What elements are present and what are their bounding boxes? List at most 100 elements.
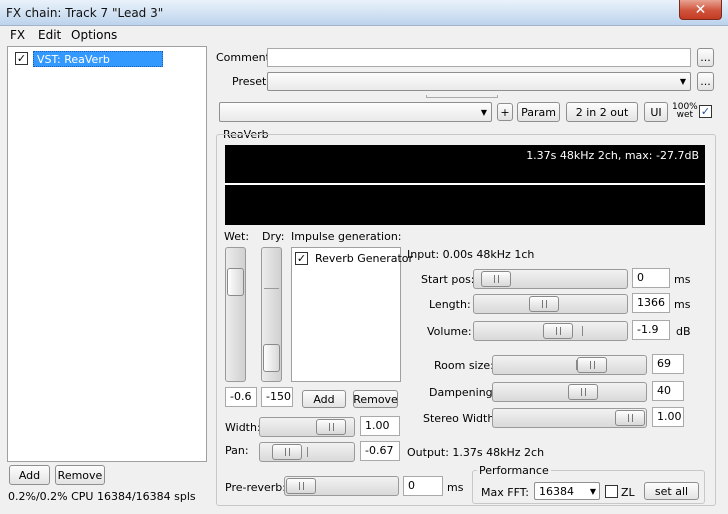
pan-slider-tick (307, 447, 308, 457)
add-fx-button[interactable]: Add (9, 465, 50, 485)
output-info: Output: 1.37s 48kHz 2ch (407, 446, 545, 459)
wet-value-field[interactable]: -0.6 (225, 387, 257, 407)
comment-label: Comment: (216, 51, 274, 64)
menu-bar: FX Edit Options (0, 26, 728, 44)
room-size-field[interactable]: 69 (652, 354, 684, 374)
stereo-width-label: Stereo Width (423, 412, 495, 425)
prereverb-slider[interactable] (284, 476, 399, 496)
comment-input[interactable] (267, 48, 691, 67)
max-fft-value: 16384 (539, 485, 574, 498)
prereverb-label: Pre-reverb: (225, 481, 286, 494)
list-item[interactable]: ✓ Reverb Generator (295, 251, 413, 267)
wet-slider-label: Wet: (224, 230, 250, 243)
start-pos-unit: ms (674, 273, 691, 286)
impulse-generation-label: Impulse generation: (291, 230, 402, 243)
ui-button[interactable]: UI (644, 102, 668, 122)
volume-field[interactable]: -1.9 (632, 320, 670, 340)
pan-slider-thumb[interactable] (271, 444, 302, 460)
close-icon: ✕ (694, 1, 707, 18)
menu-fx[interactable]: FX (10, 28, 25, 42)
stereo-width-slider[interactable] (492, 408, 647, 428)
zl-label: ZL (621, 486, 635, 499)
fx-list-item[interactable]: ✓ VST: ReaVerb (Cockos) (13, 51, 163, 79)
waveform-line (225, 183, 705, 185)
dry-slider-label: Dry: (262, 230, 285, 243)
length-field[interactable]: 1366 (632, 293, 670, 313)
max-fft-dropdown[interactable]: 16384 ▼ (534, 482, 600, 500)
start-pos-field[interactable]: 0 (632, 268, 670, 288)
volume-label: Volume: (427, 325, 472, 338)
width-slider[interactable] (259, 417, 355, 437)
start-pos-slider[interactable] (473, 269, 628, 289)
chevron-down-icon: ▼ (589, 487, 596, 496)
menu-options[interactable]: Options (71, 28, 117, 42)
length-slider-thumb[interactable] (529, 296, 560, 312)
prereverb-unit: ms (447, 481, 464, 494)
fx-enable-checkbox[interactable]: ✓ (15, 52, 28, 65)
performance-label: Performance (477, 464, 551, 477)
input-info: Input: 0.00s 48kHz 1ch (407, 248, 535, 261)
dry-slider-thumb[interactable] (263, 343, 280, 372)
dampening-label: Dampening: (429, 386, 497, 399)
preset-label: Preset: (232, 75, 271, 88)
stereo-width-field[interactable]: 1.00 (652, 407, 684, 427)
dampening-slider[interactable] (492, 382, 647, 402)
preset-menu-button[interactable]: ... (697, 72, 714, 91)
wet-slider-thumb[interactable] (227, 267, 244, 296)
volume-slider-tick (582, 326, 583, 336)
zl-checkbox[interactable] (605, 485, 618, 498)
split-handle[interactable] (426, 95, 498, 98)
impulse-list[interactable]: ✓ Reverb Generator (291, 247, 413, 382)
window-title: FX chain: Track 7 "Lead 3" (6, 6, 164, 20)
wet-label: 100% wet (672, 102, 698, 120)
volume-slider[interactable] (473, 321, 628, 341)
width-field[interactable]: 1.00 (360, 416, 400, 436)
volume-unit: dB (676, 325, 691, 338)
prereverb-field[interactable]: 0 (403, 476, 443, 496)
wet-slider[interactable] (225, 247, 246, 382)
set-all-button[interactable]: set all (644, 482, 699, 500)
width-label: Width: (225, 421, 261, 434)
room-size-label: Room size: (434, 359, 494, 372)
fx-item-label: VST: ReaVerb (Cockos) (33, 51, 163, 79)
length-label: Length: (429, 298, 471, 311)
max-fft-label: Max FFT: (481, 486, 529, 499)
preset-dropdown[interactable]: ▼ (267, 72, 691, 91)
stereo-width-slider-thumb[interactable] (615, 410, 645, 426)
dry-slider-tick (264, 288, 279, 289)
chevron-down-icon: ▼ (480, 108, 487, 117)
title-bar[interactable]: FX chain: Track 7 "Lead 3" ✕ (0, 0, 728, 26)
room-size-slider-thumb[interactable] (577, 357, 608, 373)
impulse-item-label: Reverb Generator (315, 252, 414, 265)
impulse-enable-checkbox[interactable]: ✓ (295, 252, 308, 265)
dry-value-field[interactable]: -150.0 (261, 387, 293, 407)
remove-fx-button[interactable]: Remove (55, 465, 105, 485)
menu-edit[interactable]: Edit (38, 28, 61, 42)
pan-field[interactable]: -0.67 (360, 441, 400, 461)
add-button[interactable]: + (497, 103, 513, 121)
comment-menu-button[interactable]: ... (697, 48, 714, 67)
prereverb-slider-thumb[interactable] (286, 478, 316, 494)
wet-checkbox[interactable]: ✓ (699, 105, 712, 118)
fx-list[interactable]: ✓ VST: ReaVerb (Cockos) (7, 46, 207, 462)
length-slider[interactable] (473, 294, 628, 314)
chevron-down-icon: ▼ (679, 77, 686, 86)
pan-slider[interactable] (259, 442, 355, 462)
param-button[interactable]: Param (517, 102, 560, 122)
dampening-slider-thumb[interactable] (567, 384, 598, 400)
start-pos-label: Start pos: (421, 273, 475, 286)
impulse-display: 1.37s 48kHz 2ch, max: -27.7dB (225, 145, 705, 225)
close-button[interactable]: ✕ (679, 0, 722, 20)
dampening-field[interactable]: 40 (652, 381, 684, 401)
room-size-slider[interactable] (492, 355, 647, 375)
remove-impulse-button[interactable]: Remove (353, 390, 398, 408)
length-unit: ms (674, 298, 691, 311)
impulse-info: 1.37s 48kHz 2ch, max: -27.7dB (526, 149, 699, 162)
add-impulse-button[interactable]: Add (302, 390, 346, 408)
width-slider-thumb[interactable] (315, 419, 346, 435)
fx-select-dropdown[interactable]: ▼ (219, 102, 492, 122)
start-pos-slider-thumb[interactable] (481, 271, 512, 287)
volume-slider-thumb[interactable] (542, 323, 573, 339)
io-routing-button[interactable]: 2 in 2 out (566, 102, 638, 122)
dry-slider[interactable] (261, 247, 282, 382)
